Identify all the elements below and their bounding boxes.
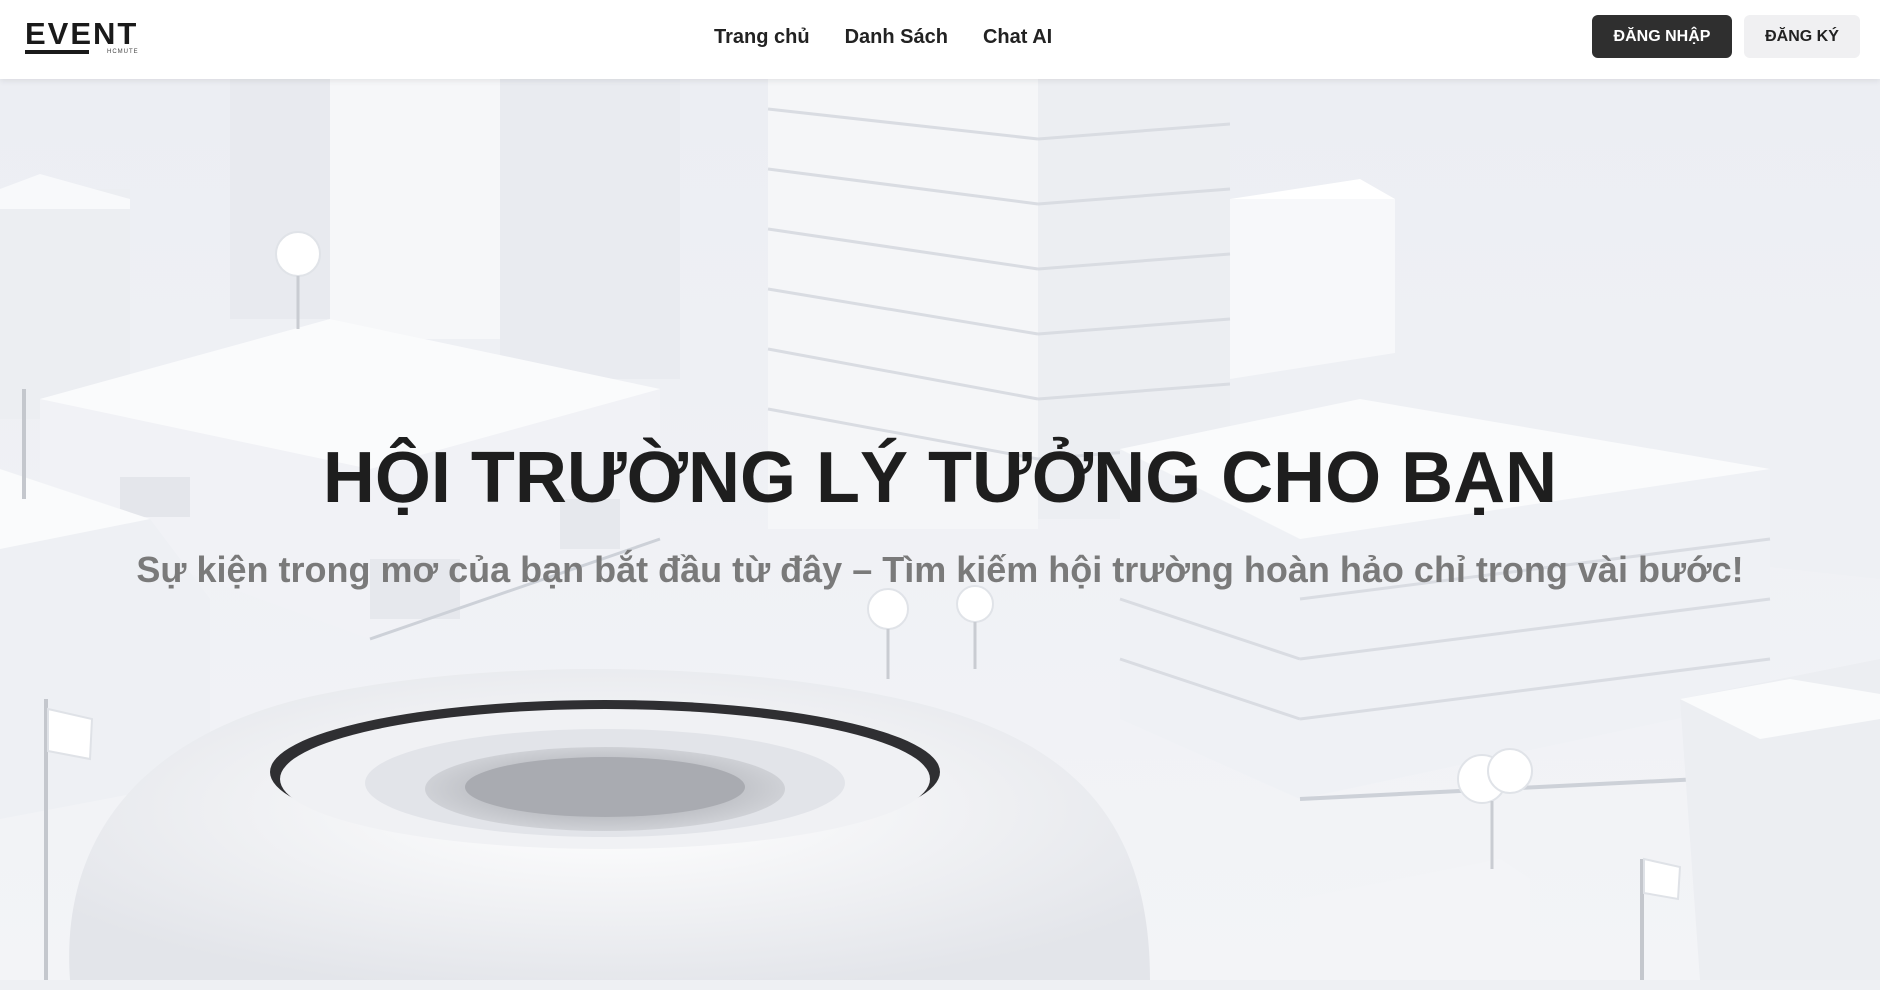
city-illustration [0, 79, 1880, 980]
logo-text: EVENT [25, 16, 139, 51]
main-nav: Trang chủ Danh Sách Chat AI [714, 22, 1052, 52]
logo-underline [25, 50, 89, 54]
hero-section: HỘI TRƯỜNG LÝ TƯỞNG CHO BẠN Sự kiện tron… [0, 79, 1880, 980]
login-button[interactable]: ĐĂNG NHẬP [1592, 15, 1732, 58]
nav-home[interactable]: Trang chủ [714, 22, 810, 52]
hero-subtitle: Sự kiện trong mơ của bạn bắt đầu từ đây … [136, 549, 1744, 590]
site-header: EVENT HCMUTE Trang chủ Danh Sách Chat AI… [0, 0, 1880, 79]
logo-subtext: HCMUTE [107, 49, 139, 55]
hero-title: HỘI TRƯỜNG LÝ TƯỞNG CHO BẠN [322, 438, 1558, 518]
event-logo[interactable]: EVENT HCMUTE [25, 18, 140, 56]
register-button[interactable]: ĐĂNG KÝ [1744, 15, 1860, 58]
page-bottom-divider [0, 980, 1880, 990]
nav-list[interactable]: Danh Sách [845, 22, 948, 52]
nav-chat-ai[interactable]: Chat AI [983, 22, 1052, 52]
